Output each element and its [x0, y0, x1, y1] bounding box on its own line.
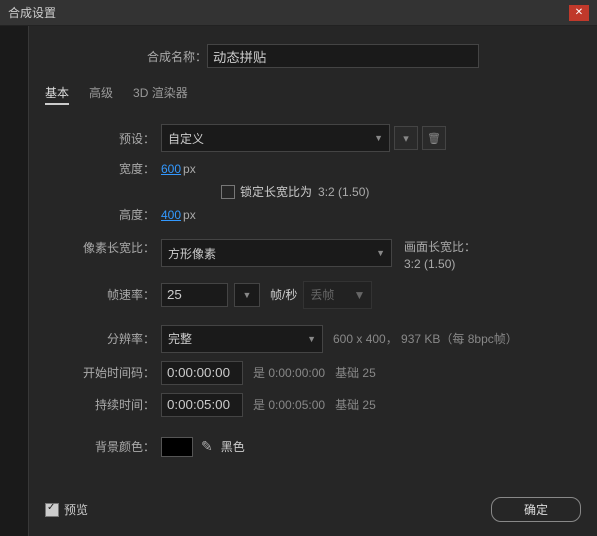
preview-label: 预览 — [64, 501, 88, 518]
fps-input[interactable] — [161, 283, 228, 307]
chevron-down-icon: ▼ — [374, 133, 383, 143]
fps-unit: 帧/秒 — [270, 286, 297, 303]
dropframe-select: 丢帧 ▼ — [303, 281, 372, 309]
save-preset-icon[interactable]: ▾ — [394, 126, 418, 150]
bg-color-swatch[interactable] — [161, 437, 193, 457]
par-select[interactable]: 方形像素 ▼ — [161, 239, 392, 267]
duration-label: 持续时间： — [45, 396, 155, 413]
fps-label: 帧速率： — [45, 286, 155, 303]
dur-is: 是 0:00:05:00 — [253, 396, 325, 413]
resolution-select[interactable]: 完整 ▼ — [161, 325, 323, 353]
width-unit: px — [183, 162, 196, 176]
dur-base: 基础 25 — [335, 396, 376, 413]
comp-name-input[interactable] — [207, 44, 479, 68]
chevron-down-icon: ▼ — [353, 288, 365, 302]
eyedropper-icon[interactable]: ✎ — [201, 438, 213, 455]
bg-color-name: 黑色 — [221, 438, 245, 455]
close-icon[interactable]: ✕ — [569, 5, 589, 21]
tab-advanced[interactable]: 高级 — [89, 82, 113, 105]
start-tc-label: 开始时间码： — [45, 364, 155, 381]
width-value[interactable]: 600 — [161, 162, 181, 176]
start-is: 是 0:00:00:00 — [253, 364, 325, 381]
width-label: 宽度： — [45, 160, 155, 177]
res-label: 分辨率： — [45, 330, 155, 347]
height-unit: px — [183, 208, 196, 222]
tab-basic[interactable]: 基本 — [45, 82, 69, 105]
par-value: 方形像素 — [168, 245, 216, 262]
frame-aspect-value: 3:2 (1.50) — [404, 256, 476, 273]
frame-aspect-label: 画面长宽比： — [404, 239, 476, 256]
res-value: 完整 — [168, 330, 192, 347]
lock-aspect-checkbox[interactable] — [221, 185, 235, 199]
name-label: 合成名称： — [147, 48, 207, 65]
lock-aspect-label: 锁定长宽比为 — [240, 183, 312, 200]
lock-ratio: 3:2 (1.50) — [318, 185, 369, 199]
ok-button[interactable]: 确定 — [491, 497, 581, 522]
delete-preset-icon[interactable]: 🗑 — [422, 126, 446, 150]
chevron-down-icon: ▼ — [307, 334, 316, 344]
par-label: 像素长宽比： — [45, 239, 155, 256]
start-tc-input[interactable] — [161, 361, 243, 385]
height-value[interactable]: 400 — [161, 208, 181, 222]
bg-label: 背景颜色： — [45, 438, 155, 455]
height-label: 高度： — [45, 206, 155, 223]
preset-value: 自定义 — [168, 130, 204, 147]
start-base: 基础 25 — [335, 364, 376, 381]
duration-input[interactable] — [161, 393, 243, 417]
dropframe-value: 丢帧 — [310, 286, 334, 303]
preview-checkbox[interactable] — [45, 503, 59, 517]
fps-dropdown-icon[interactable]: ▼ — [234, 283, 260, 307]
chevron-down-icon: ▼ — [376, 248, 385, 258]
tab-3d-renderer[interactable]: 3D 渲染器 — [133, 82, 188, 105]
preset-label: 预设： — [45, 130, 155, 147]
res-info: 600 x 400， 937 KB（每 8bpc帧） — [333, 330, 518, 347]
dialog-title: 合成设置 — [8, 4, 56, 21]
preset-select[interactable]: 自定义 ▼ — [161, 124, 390, 152]
